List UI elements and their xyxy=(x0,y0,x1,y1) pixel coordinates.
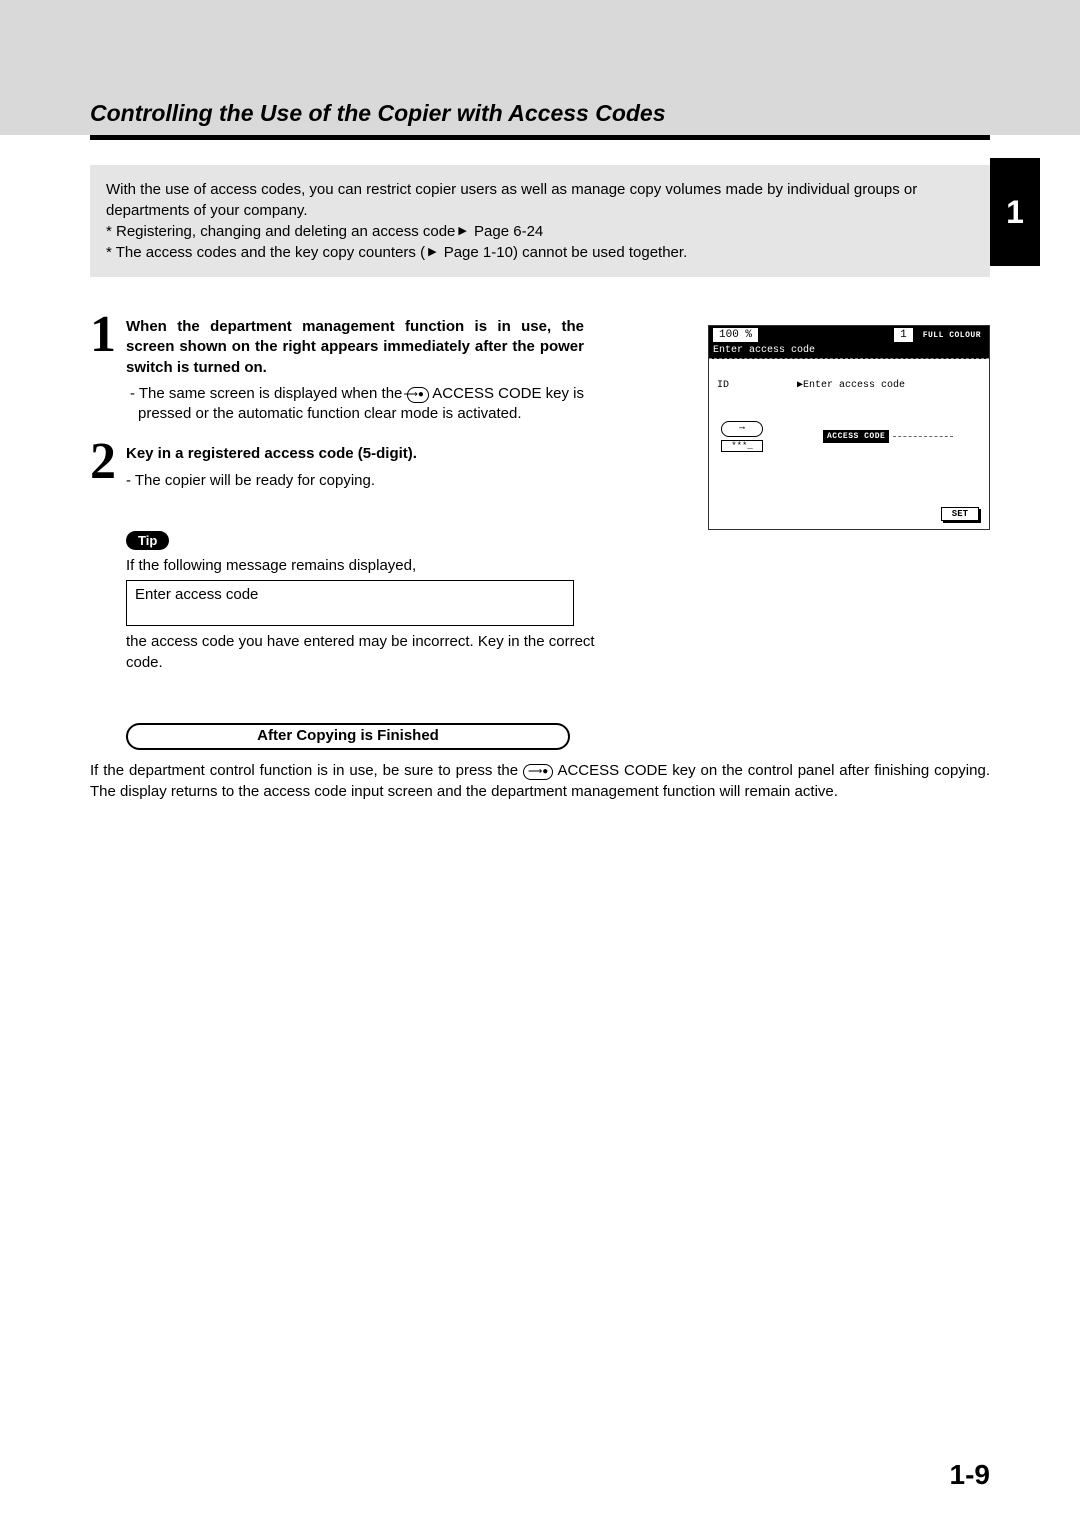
intro-paragraph: With the use of access codes, you can re… xyxy=(106,179,974,221)
intro-b2-post: ) cannot be used together. xyxy=(513,244,687,261)
after-text: If the department control function is in… xyxy=(90,760,990,802)
step-number-1: 1 xyxy=(90,309,116,361)
step1-sub-pre: - The same screen is displayed when the xyxy=(130,385,407,402)
title-rule xyxy=(90,135,990,140)
intro-bullet-2: * The access codes and the key copy coun… xyxy=(106,242,974,263)
intro-block: With the use of access codes, you can re… xyxy=(90,165,990,277)
tip-block: If the following message remains display… xyxy=(126,556,990,673)
tip-badge: Tip xyxy=(126,531,169,550)
lcd-top-bar: 100 % 1 FULL COLOUR xyxy=(709,326,989,344)
intro-bullet-1: * Registering, changing and deleting an … xyxy=(106,221,974,242)
lcd-copy-count: 1 xyxy=(894,328,913,342)
page-number: 1-9 xyxy=(950,1459,990,1491)
access-key-icon: ⟶● xyxy=(523,764,553,780)
after-heading: After Copying is Finished xyxy=(257,727,439,744)
lcd-stars: ***_ xyxy=(721,440,763,452)
lcd-set-button[interactable]: SET xyxy=(941,507,979,521)
intro-b2-ref: Page 1-10 xyxy=(440,244,513,261)
tip-message-box: Enter access code xyxy=(126,580,574,626)
intro-b2-pre: * The access codes and the key copy coun… xyxy=(106,244,425,261)
tip-line2: the access code you have entered may be … xyxy=(126,632,626,673)
lcd-input-underline xyxy=(893,436,953,437)
lcd-key-icon: ⟶ xyxy=(721,421,763,437)
intro-b1-ref: Page 6-24 xyxy=(470,223,543,240)
access-key-icon: ⟶● xyxy=(407,387,429,403)
copier-lcd-panel: 100 % 1 FULL COLOUR Enter access code ID… xyxy=(708,325,990,530)
step1-heading: When the department management function … xyxy=(126,317,584,378)
page-ref-arrow-icon xyxy=(455,223,469,240)
tip-line1: If the following message remains display… xyxy=(126,556,990,576)
step1-sub: - The same screen is displayed when the … xyxy=(126,384,584,425)
lcd-zoom: 100 % xyxy=(713,328,758,342)
after-text-pre: If the department control function is in… xyxy=(90,762,523,779)
step2-heading: Key in a registered access code (5-digit… xyxy=(126,444,584,464)
intro-b1-pre: * Registering, changing and deleting an … xyxy=(106,223,455,240)
lcd-body: ID ▶Enter access code ⟶ ***_ ACCESS CODE… xyxy=(709,359,989,529)
step2-sub: - The copier will be ready for copying. xyxy=(126,471,584,491)
lcd-access-code-button[interactable]: ACCESS CODE xyxy=(823,430,889,443)
step-number-2: 2 xyxy=(90,436,116,488)
lcd-id-label: ID xyxy=(717,380,767,391)
page-title: Controlling the Use of the Copier with A… xyxy=(90,100,990,127)
lcd-message-line: Enter access code xyxy=(709,344,989,359)
page-ref-arrow-icon xyxy=(425,244,439,261)
lcd-colour-mode: FULL COLOUR xyxy=(919,331,985,340)
lcd-prompt: ▶Enter access code xyxy=(797,379,905,391)
after-heading-capsule: After Copying is Finished xyxy=(126,723,570,750)
